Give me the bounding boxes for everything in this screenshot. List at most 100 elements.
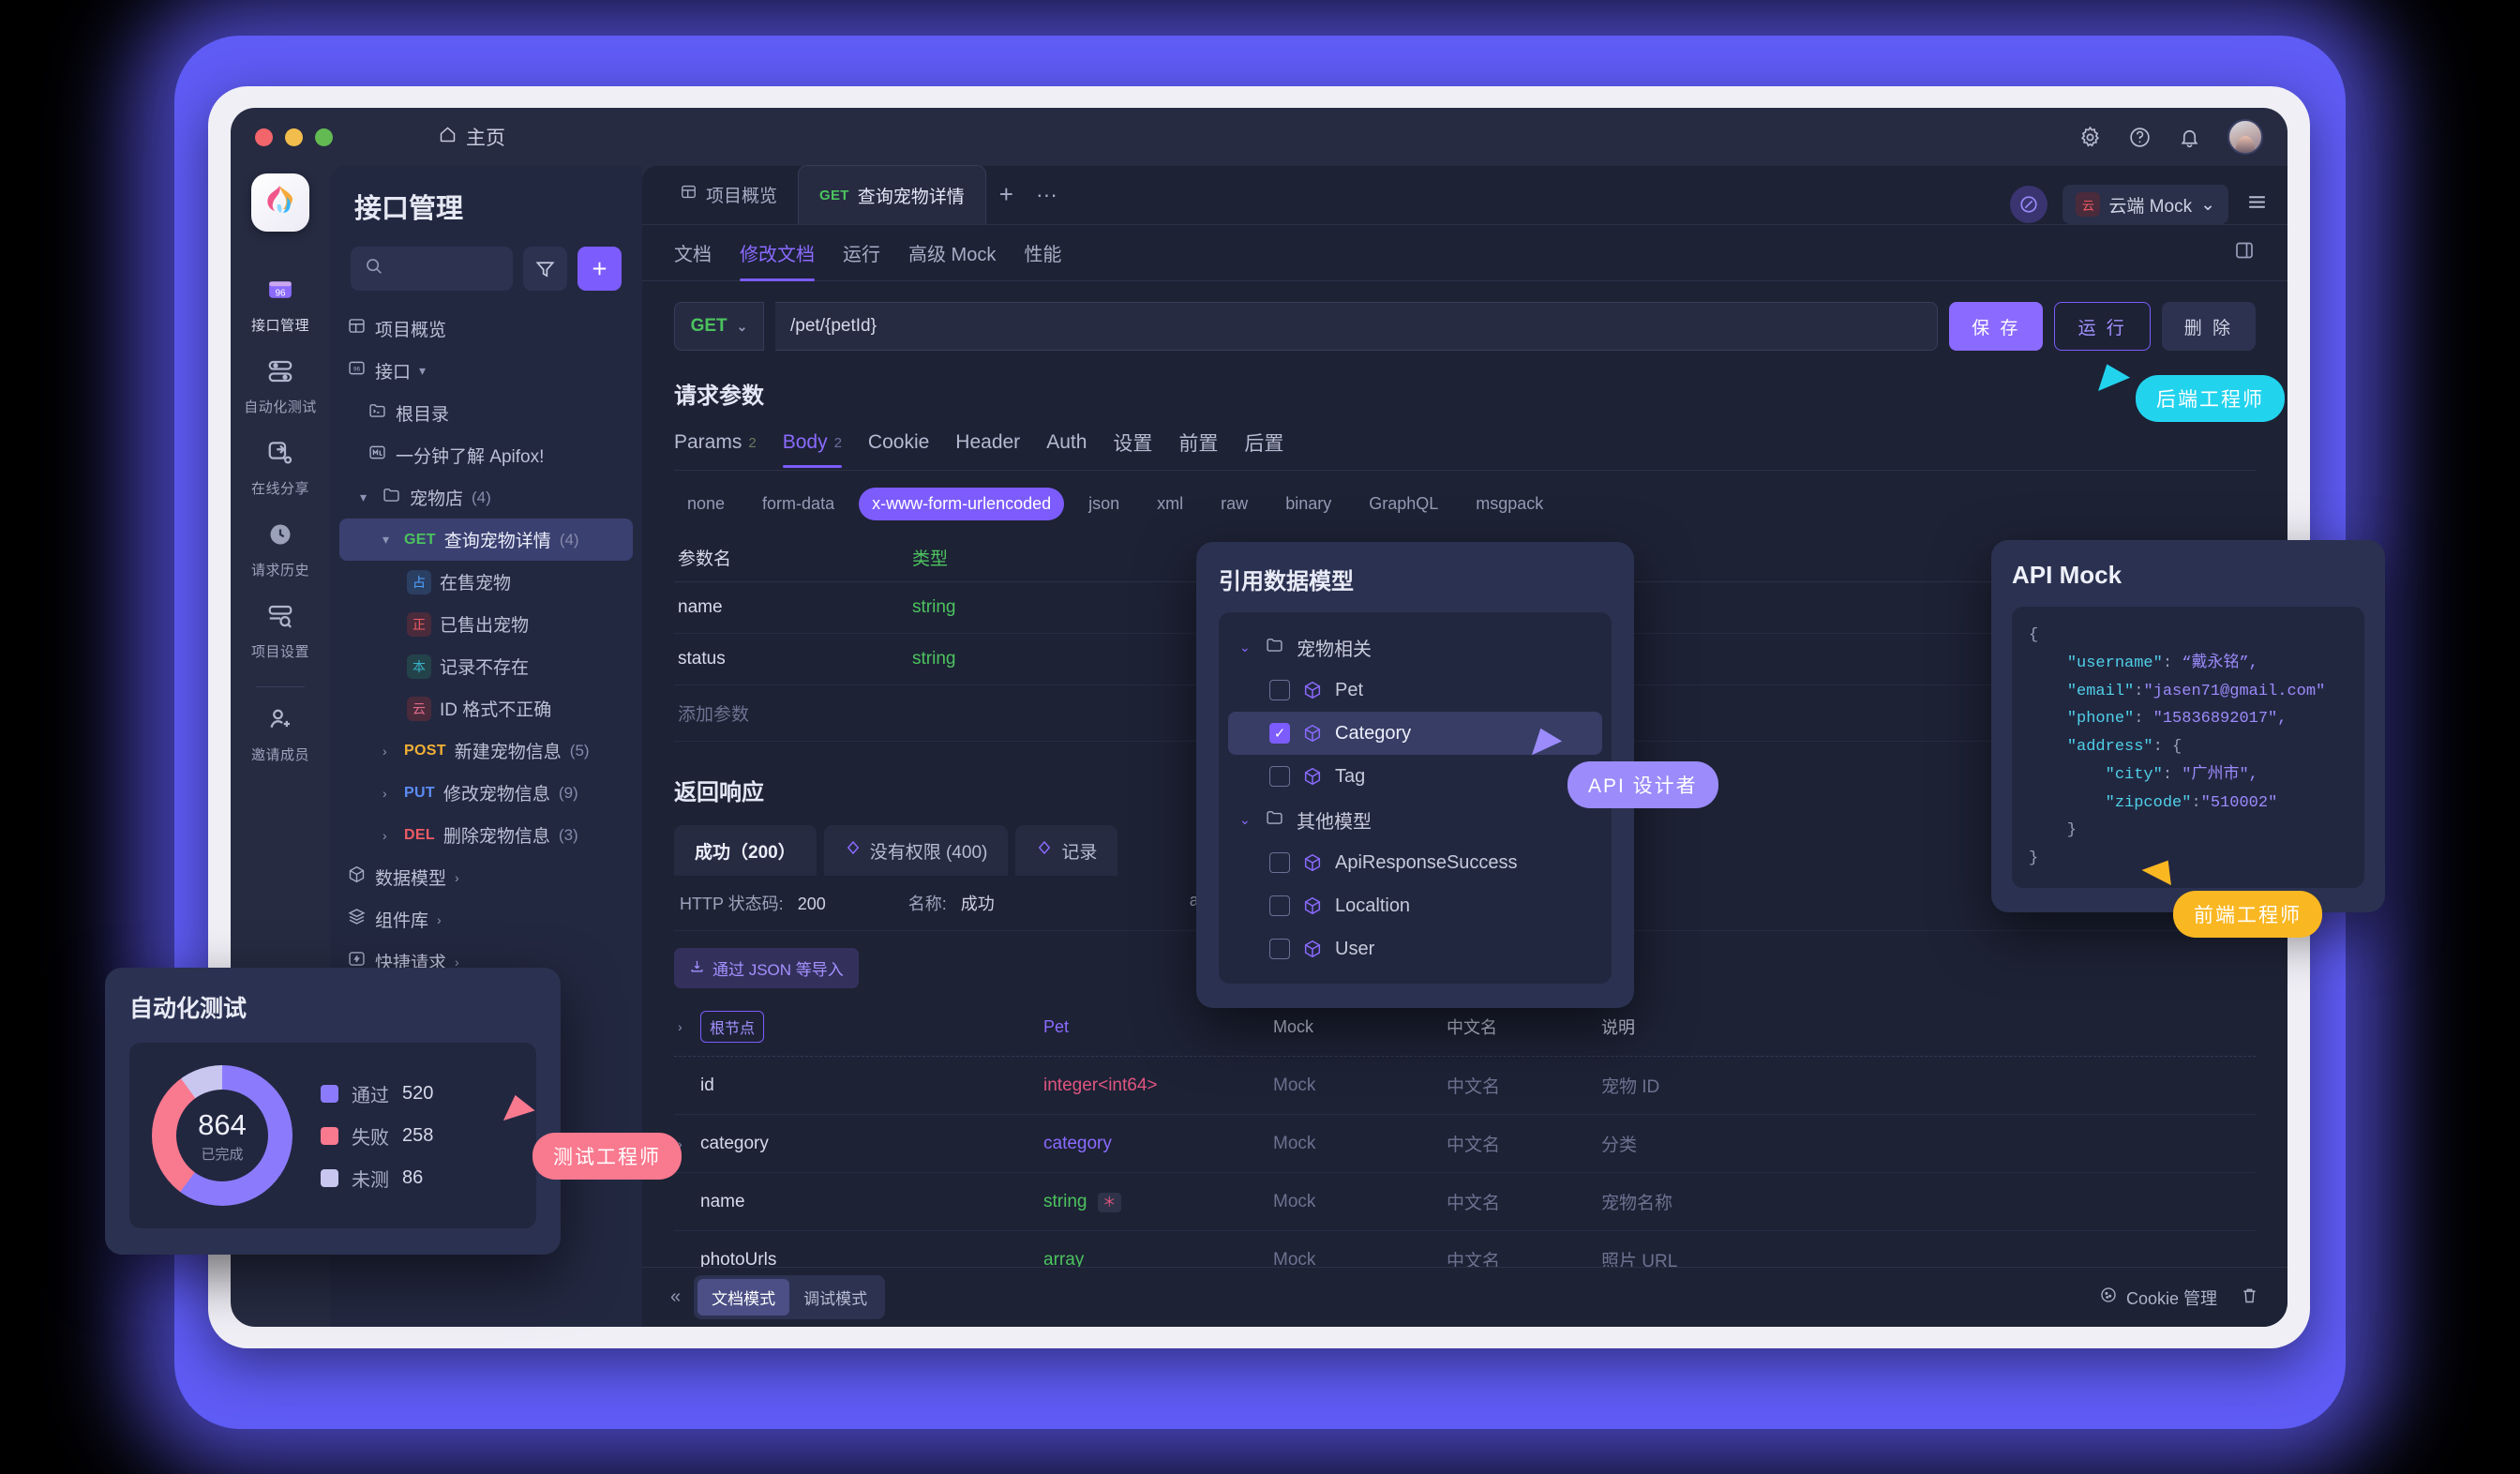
chevron-right-icon[interactable]: ›	[678, 1019, 691, 1034]
delete-button[interactable]: 删 除	[2161, 302, 2256, 351]
chevron-down-icon[interactable]: ▾	[419, 363, 432, 379]
tab-pre-script[interactable]: 前置	[1178, 429, 1218, 470]
field-desc[interactable]: 宠物名称	[1601, 1189, 2252, 1214]
runner-icon[interactable]	[2010, 186, 2048, 223]
trash-icon[interactable]	[2240, 1286, 2259, 1310]
root-node-chip[interactable]: 根节点	[700, 1011, 765, 1043]
run-button[interactable]: 运 行	[2054, 302, 2151, 351]
response-tab-record[interactable]: 记录	[1015, 825, 1118, 876]
checkbox[interactable]	[1269, 939, 1290, 959]
chevron-right-icon[interactable]: ›	[382, 744, 396, 759]
checkbox[interactable]	[1269, 766, 1290, 787]
table-row[interactable]: id integer<int64> Mock 中文名 宠物 ID	[674, 1057, 2256, 1115]
model-item-tag[interactable]: Tag	[1228, 755, 1602, 798]
tab-run[interactable]: 运行	[843, 225, 880, 281]
tree-item-get-pet-detail[interactable]: ▾ GET 查询宠物详情 (4)	[339, 519, 633, 561]
model-group-pet-related[interactable]: ⌄ 宠物相关	[1228, 625, 1602, 669]
tree-item-root-dir[interactable]: 根目录	[339, 392, 633, 434]
tree-item-case-sold[interactable]: 正 已售出宠物	[339, 603, 633, 645]
body-type-raw[interactable]: raw	[1208, 488, 1261, 520]
model-item-localtion[interactable]: Localtion	[1228, 884, 1602, 927]
maximize-window-button[interactable]	[315, 128, 333, 146]
mode-debug[interactable]: 调试模式	[789, 1279, 881, 1316]
chevron-right-icon[interactable]: ›	[437, 912, 450, 927]
sidebar-item-api-management[interactable]: 96 接口管理	[231, 263, 330, 345]
field-desc[interactable]: 照片 URL	[1601, 1247, 2252, 1267]
cloud-mock-selector[interactable]: 云 云端 Mock ⌄	[2062, 185, 2228, 224]
filter-icon[interactable]	[523, 247, 567, 291]
more-tabs-button[interactable]: ···	[1027, 165, 1067, 224]
method-select[interactable]: GET ⌄	[674, 302, 764, 351]
checkbox[interactable]	[1269, 852, 1290, 873]
body-type-binary[interactable]: binary	[1272, 488, 1344, 520]
url-input[interactable]: /pet/{petId}	[775, 302, 1939, 351]
sidebar-item-automation-test[interactable]: 自动化测试	[231, 345, 330, 427]
close-window-button[interactable]	[255, 128, 273, 146]
bell-icon[interactable]	[2178, 126, 2201, 149]
save-button[interactable]: 保 存	[1949, 302, 2044, 351]
tab-header[interactable]: Header	[955, 431, 1020, 467]
table-row[interactable]: photoUrls array Mock 中文名 照片 URL	[674, 1231, 2256, 1268]
tab-advanced-mock[interactable]: 高级 Mock	[908, 225, 996, 281]
hamburger-icon[interactable]	[2245, 190, 2269, 218]
sidebar-item-invite-member[interactable]: 邀请成员	[231, 693, 330, 775]
field-desc[interactable]: 分类	[1601, 1131, 2252, 1156]
field-mock[interactable]: Mock	[1273, 1192, 1447, 1212]
sidebar-item-online-share[interactable]: 在线分享	[231, 427, 330, 508]
field-mock[interactable]: Mock	[1273, 1134, 1447, 1154]
field-mock[interactable]: Mock	[1273, 1250, 1447, 1268]
chevron-right-icon[interactable]: ›	[382, 786, 396, 801]
body-type-json[interactable]: json	[1075, 488, 1132, 520]
chevron-down-icon[interactable]: ▾	[360, 489, 373, 505]
tab-body[interactable]: Body 2	[782, 431, 843, 468]
search-input[interactable]	[351, 247, 513, 291]
import-json-button[interactable]: 通过 JSON 等导入	[674, 948, 859, 988]
chevron-down-icon[interactable]: ⌄	[1239, 812, 1252, 828]
chevron-right-icon[interactable]: ›	[382, 828, 396, 843]
tree-item-case-bad-id[interactable]: 云 ID 格式不正确	[339, 687, 633, 729]
chevron-down-icon[interactable]: ▾	[382, 532, 396, 548]
field-cn[interactable]: 中文名	[1447, 1189, 1601, 1214]
table-row[interactable]: › category category Mock 中文名 分类	[674, 1115, 2256, 1173]
tab-query-pet-detail[interactable]: GET 查询宠物详情	[798, 165, 986, 224]
field-desc[interactable]: 宠物 ID	[1601, 1073, 2252, 1098]
split-pane-icon[interactable]	[2233, 239, 2256, 266]
model-group-other-models[interactable]: ⌄ 其他模型	[1228, 798, 1602, 841]
tab-settings[interactable]: 设置	[1113, 429, 1152, 470]
tree-item-post-create-pet[interactable]: › POST 新建宠物信息 (5)	[339, 729, 633, 772]
chevron-down-icon[interactable]: ⌄	[1239, 639, 1252, 655]
field-cn[interactable]: 中文名	[1447, 1131, 1601, 1156]
response-tab-forbidden[interactable]: 没有权限 (400)	[823, 825, 1009, 876]
tree-item-component-library[interactable]: 组件库 ›	[339, 898, 633, 940]
tree-item-project-overview[interactable]: 项目概览	[339, 308, 633, 350]
gear-icon[interactable]	[2078, 126, 2102, 149]
tree-item-pet-store[interactable]: ▾ 宠物店 (4)	[339, 476, 633, 519]
mode-doc[interactable]: 文档模式	[698, 1279, 790, 1316]
sidebar-item-request-history[interactable]: 请求历史	[231, 508, 330, 590]
window-controls[interactable]	[255, 128, 333, 146]
model-item-apiresponsesuccess[interactable]: ApiResponseSuccess	[1228, 841, 1602, 884]
body-type-xml[interactable]: xml	[1144, 488, 1196, 520]
tab-cookie[interactable]: Cookie	[868, 431, 929, 467]
body-type-form-data[interactable]: form-data	[749, 488, 848, 520]
tab-doc[interactable]: 文档	[674, 225, 712, 281]
body-type-graphql[interactable]: GraphQL	[1356, 488, 1451, 520]
tree-item-data-models[interactable]: 数据模型 ›	[339, 856, 633, 898]
tree-item-case-on-sale[interactable]: 占 在售宠物	[339, 561, 633, 603]
tab-performance[interactable]: 性能	[1024, 225, 1061, 281]
tree-item-put-update-pet[interactable]: › PUT 修改宠物信息 (9)	[339, 772, 633, 814]
collapse-icon[interactable]: «	[670, 1286, 681, 1308]
tab-post-script[interactable]: 后置	[1244, 429, 1283, 470]
tab-edit-doc[interactable]: 修改文档	[740, 225, 815, 281]
sidebar-item-project-settings[interactable]: 项目设置	[231, 590, 330, 671]
field-cn[interactable]: 中文名	[1447, 1073, 1601, 1098]
minimize-window-button[interactable]	[285, 128, 303, 146]
field-cn[interactable]: 中文名	[1447, 1247, 1601, 1267]
checkbox[interactable]	[1269, 895, 1290, 916]
help-icon[interactable]	[2128, 126, 2152, 149]
body-type-msgpack[interactable]: msgpack	[1462, 488, 1556, 520]
table-row[interactable]: name string ＊ Mock 中文名 宠物名称	[674, 1173, 2256, 1231]
field-mock[interactable]: Mock	[1273, 1075, 1447, 1096]
tree-item-case-not-found[interactable]: 本 记录不存在	[339, 645, 633, 687]
checkbox[interactable]	[1269, 680, 1290, 700]
